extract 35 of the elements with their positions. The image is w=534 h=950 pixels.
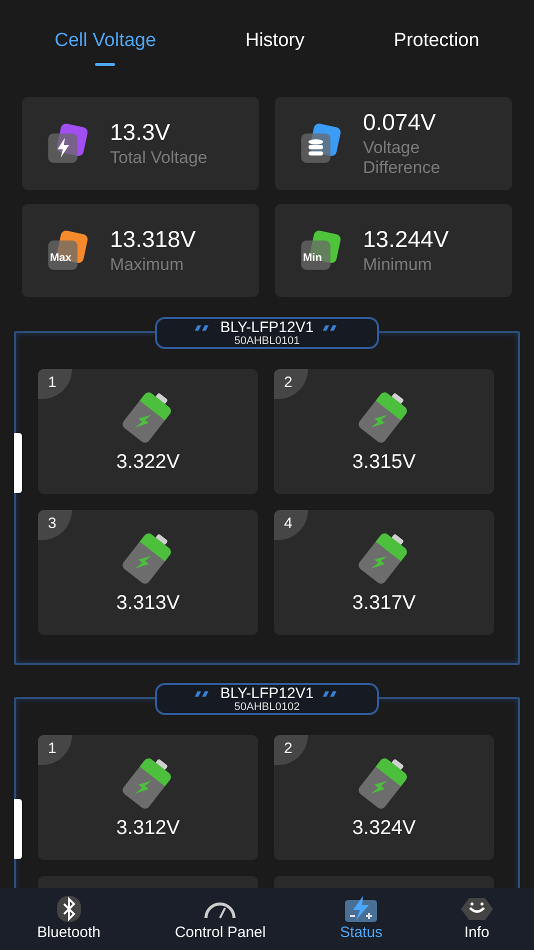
pack-name: BLY-LFP12V1 (220, 687, 314, 701)
side-marker (14, 799, 22, 859)
icon-label: Min (303, 252, 322, 264)
cell-number: 3 (38, 510, 72, 540)
side-marker (14, 433, 22, 493)
cell-number: 1 (38, 735, 72, 765)
stat-value: 13.318V (110, 226, 197, 253)
stat-label: Maximum (110, 255, 185, 275)
cell-voltage: 3.322V (116, 451, 180, 474)
cell-voltage: 3.315V (352, 451, 416, 474)
stat-value: 13.3V (110, 119, 172, 146)
pack-name: 50AHBL0101 (234, 335, 300, 347)
cell-voltage: 3.312V (116, 817, 180, 840)
cell-voltage: 3.317V (352, 592, 416, 615)
cell-number: 1 (38, 369, 72, 399)
stat-value: 0.074V (363, 109, 437, 136)
tab[interactable]: Protection (394, 30, 480, 68)
stat-label: Voltage Difference (363, 138, 442, 178)
tab[interactable]: History (245, 30, 304, 68)
stat-label: Minimum (363, 255, 433, 275)
cell-number: 4 (274, 510, 308, 540)
pack-name: BLY-LFP12V1 (220, 321, 314, 335)
cell-number: 2 (274, 369, 308, 399)
cell-voltage: 3.313V (116, 592, 180, 615)
pack-name: 50AHBL0102 (234, 701, 300, 713)
cell-voltage: 3.324V (352, 817, 416, 840)
nav-tab[interactable]: Status (340, 888, 383, 950)
icon-label: Max (50, 252, 72, 264)
nav-tab[interactable]: Control Panel (174, 888, 266, 950)
nav-tab[interactable]: Bluetooth (37, 888, 101, 950)
stat-label: Total Voltage (110, 148, 208, 168)
nav-tab[interactable]: Info (456, 888, 497, 950)
tab[interactable]: Cell Voltage (54, 30, 156, 68)
cell-number: 2 (274, 735, 308, 765)
stat-value: 13.244V (363, 226, 450, 253)
